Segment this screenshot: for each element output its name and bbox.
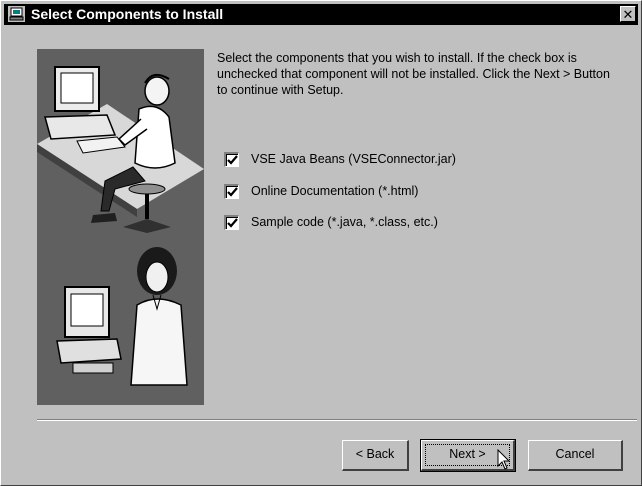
cancel-button[interactable]: Cancel <box>528 440 623 471</box>
installer-app-icon <box>8 6 25 22</box>
sample-code-label[interactable]: Sample code (*.java, *.class, etc.) <box>251 215 438 229</box>
sample-code-checkbox[interactable] <box>224 214 239 230</box>
window-title: Select Components to Install <box>31 6 224 22</box>
setup-dialog: Select Components to Install ✕ Select th… <box>0 0 642 486</box>
mouse-pointer-icon <box>497 448 511 476</box>
online-docs-checkbox[interactable] <box>224 183 239 199</box>
java-beans-label[interactable]: VSE Java Beans (VSEConnector.jar) <box>251 152 456 166</box>
checkmark-icon <box>227 186 238 197</box>
checkmark-icon <box>227 217 238 228</box>
title-bar[interactable]: Select Components to Install ✕ <box>4 4 638 25</box>
separator-line <box>37 419 637 421</box>
setup-illustration <box>37 49 204 405</box>
close-icon[interactable]: ✕ <box>620 6 636 22</box>
component-row-online-docs[interactable]: Online Documentation (*.html) <box>224 182 418 200</box>
back-button[interactable]: < Back <box>342 440 409 471</box>
instructions-text: Select the components that you wish to i… <box>217 51 610 97</box>
component-row-java-beans[interactable]: VSE Java Beans (VSEConnector.jar) <box>224 150 456 168</box>
java-beans-checkbox[interactable] <box>224 151 239 167</box>
checkmark-icon <box>227 154 238 165</box>
component-row-sample-code[interactable]: Sample code (*.java, *.class, etc.) <box>224 213 438 231</box>
online-docs-label[interactable]: Online Documentation (*.html) <box>251 184 418 198</box>
